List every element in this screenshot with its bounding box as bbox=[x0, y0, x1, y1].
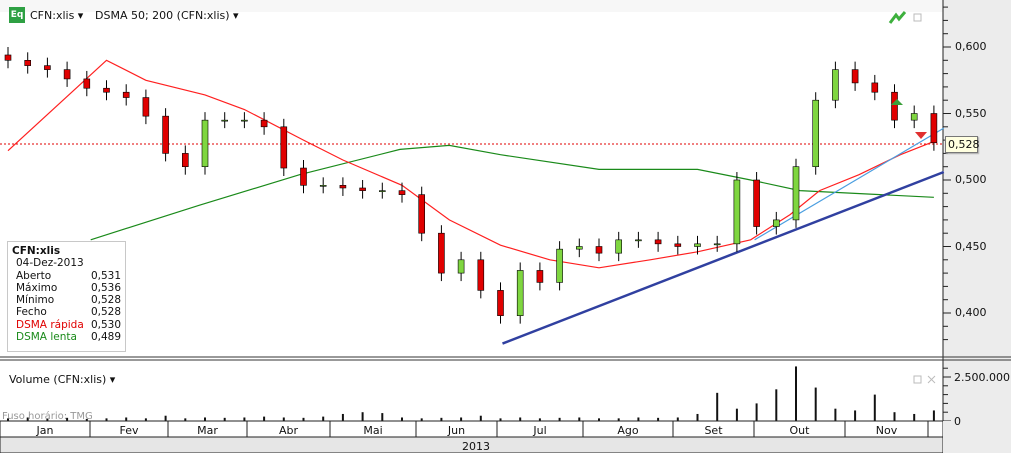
volume-tick-label: 0 bbox=[954, 415, 961, 428]
info-row: Aberto 0,531 bbox=[12, 270, 121, 282]
timezone-label: Fuso horário: TMG bbox=[2, 411, 93, 422]
chevron-down-icon: ▾ bbox=[109, 373, 116, 386]
info-title: CFN:xlis bbox=[12, 245, 61, 257]
month-label: Jul bbox=[533, 424, 547, 437]
month-label: Fev bbox=[119, 424, 139, 437]
info-row: Máximo 0,536 bbox=[12, 282, 121, 294]
info-row: Mínimo 0,528 bbox=[12, 294, 121, 306]
data-window: CFN:xlis 04-Dez-2013 Aberto 0,531 Máximo 0,… bbox=[7, 241, 126, 352]
last-price-label: 0,528 bbox=[945, 136, 980, 153]
info-label: Mínimo bbox=[16, 294, 55, 307]
info-value: 0,536 bbox=[90, 281, 121, 294]
candle bbox=[792, 158, 800, 228]
info-value: 0,528 bbox=[90, 306, 121, 319]
candle bbox=[280, 118, 288, 177]
price-tick-label: 0,400 bbox=[955, 306, 987, 319]
candle bbox=[418, 186, 426, 242]
indicator-dropdown[interactable]: DSMA 50; 200 (CFN:xlis) ▾ bbox=[95, 9, 239, 22]
info-row: DSMA lenta 0,489 bbox=[12, 331, 121, 343]
month-label: Jun bbox=[447, 424, 466, 437]
volume-tick-label: 2.500.000 bbox=[954, 371, 1010, 384]
month-label: Set bbox=[704, 424, 723, 437]
month-label: Out bbox=[789, 424, 810, 437]
price-tick-label: 0,500 bbox=[955, 173, 987, 186]
year-label: 2013 bbox=[462, 440, 490, 453]
restore-volume-pane-icon[interactable] bbox=[913, 375, 922, 384]
info-label: Aberto bbox=[16, 269, 52, 282]
equity-logo: Eq bbox=[9, 7, 25, 23]
month-label: Mai bbox=[363, 424, 383, 437]
info-row: Fecho 0,528 bbox=[12, 306, 121, 318]
info-label: DSMA lenta bbox=[16, 331, 77, 344]
candle bbox=[162, 108, 169, 162]
info-value: 0,531 bbox=[90, 269, 121, 282]
indicator-label: DSMA 50; 200 (CFN:xlis) bbox=[95, 9, 230, 22]
month-label: Ago bbox=[617, 424, 639, 437]
price-tick-label: 0,450 bbox=[955, 239, 987, 253]
symbol-label: CFN:xlis bbox=[30, 9, 75, 22]
candle bbox=[733, 172, 741, 252]
close-volume-pane-icon[interactable] bbox=[927, 375, 936, 384]
info-label: Fecho bbox=[16, 306, 47, 319]
info-date: 04-Dez-2013 bbox=[16, 257, 84, 270]
info-value: 0,530 bbox=[90, 318, 121, 331]
info-label: DSMA rápida bbox=[16, 318, 84, 331]
month-label: Abr bbox=[278, 424, 299, 437]
price-tick-label: 0,550 bbox=[955, 106, 987, 120]
candle bbox=[201, 112, 209, 175]
info-value: 0,528 bbox=[90, 294, 121, 307]
info-value: 0,489 bbox=[90, 331, 121, 344]
volume-label: Volume (CFN:xlis) bbox=[9, 373, 107, 386]
volume-dropdown[interactable]: Volume (CFN:xlis) ▾ bbox=[9, 373, 115, 386]
candle bbox=[516, 262, 524, 324]
symbol-dropdown[interactable]: CFN:xlis ▾ bbox=[30, 9, 83, 22]
info-row: DSMA rápida 0,530 bbox=[12, 319, 121, 331]
chevron-down-icon: ▾ bbox=[77, 9, 84, 22]
info-label: Máximo bbox=[16, 281, 58, 294]
price-axis bbox=[943, 0, 1011, 421]
chart-canvas[interactable] bbox=[0, 0, 1011, 453]
month-label: Mar bbox=[197, 424, 218, 437]
month-label: Nov bbox=[875, 424, 898, 437]
candle bbox=[753, 172, 760, 235]
month-label: Jan bbox=[36, 424, 54, 437]
candle bbox=[812, 92, 820, 175]
price-tick-label: 0,600 bbox=[955, 40, 987, 53]
chevron-down-icon: ▾ bbox=[233, 9, 239, 22]
candle bbox=[438, 225, 445, 282]
